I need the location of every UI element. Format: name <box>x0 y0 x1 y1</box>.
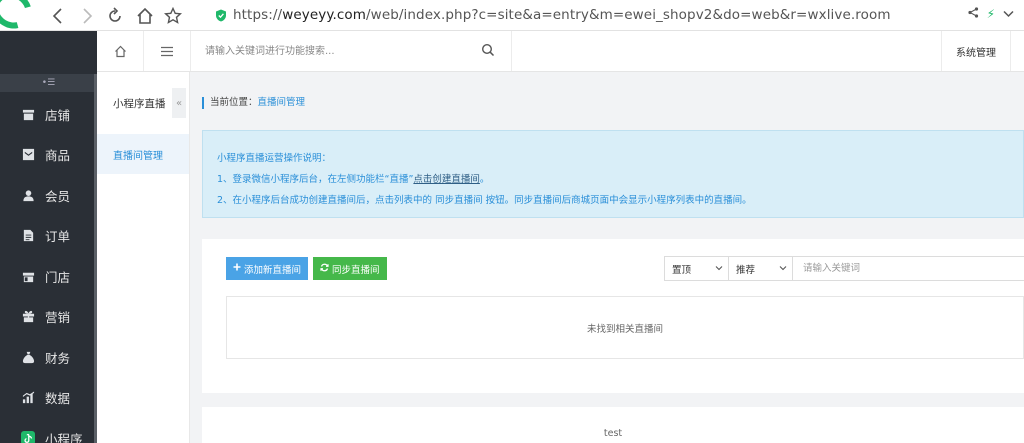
sync-live-room-button[interactable]: 同步直播间 <box>313 257 387 280</box>
page-footer: test <box>202 407 1024 443</box>
sidebar-item-orders[interactable]: 订单 <box>0 216 97 257</box>
recommend-filter-value: 推荐 <box>736 264 756 276</box>
order-icon <box>21 229 35 243</box>
notice-line-1-text: 1、登录微信小程序后台，在左侧功能栏“直播” <box>217 174 414 185</box>
subnav-item-live-room-management[interactable]: 直播间管理 <box>97 134 189 174</box>
chevron-down-icon <box>715 264 723 272</box>
reload-icon[interactable] <box>103 4 127 28</box>
sidebar-item-goods[interactable]: 商品 <box>0 135 97 176</box>
system-management-button[interactable]: 系统管理 <box>941 31 1011 71</box>
home-icon[interactable] <box>133 4 157 28</box>
sidebar-item-shops[interactable]: 门店 <box>0 256 97 297</box>
notice-line-2: 2、在小程序后台成功创建直播间后，点击列表中的 同步直播间 按钮。同步直播间后商… <box>217 195 752 206</box>
menu-button[interactable] <box>144 31 191 71</box>
subnav-fold-toggle[interactable]: « <box>172 88 186 118</box>
live-room-panel: 添加新直播间 同步直播间 置顶 推荐 未找到相关直播间 <box>202 239 1024 393</box>
url-path: /web/index.php?c=site&a=entry&m=ewei_sho… <box>366 7 891 23</box>
breadcrumb-prefix: 当前位置： <box>210 97 258 108</box>
bookmark-star-icon[interactable] <box>161 4 185 28</box>
notice-line-1: 1、登录微信小程序后台，在左侧功能栏“直播”点击创建直播间。 <box>217 169 1023 190</box>
sidebar-item-label: 订单 <box>45 229 71 245</box>
goods-icon <box>21 148 35 162</box>
sidebar-item-label: 店铺 <box>45 107 71 123</box>
sync-live-room-label: 同步直播间 <box>332 264 380 276</box>
notice-title: 小程序直播运营操作说明： <box>217 153 332 164</box>
secure-shield-icon <box>215 9 227 22</box>
create-live-room-link[interactable]: 点击创建直播间 <box>413 174 480 185</box>
lightning-icon[interactable]: ⚡ <box>987 7 995 21</box>
shop-icon <box>21 269 35 283</box>
sidebar-item-label: 小程序 <box>45 431 83 443</box>
browser-logo-icon <box>0 0 40 36</box>
chart-icon <box>21 391 35 405</box>
sidebar-item-data[interactable]: 数据 <box>0 378 97 419</box>
refresh-icon <box>320 263 329 275</box>
sidebar-item-finance[interactable]: 财务 <box>0 337 97 378</box>
main-content: 当前位置：直播间管理 小程序直播运营操作说明： 1、登录微信小程序后台，在左侧功… <box>190 72 1024 443</box>
keyword-search-input[interactable] <box>792 256 1024 281</box>
sidebar-item-members[interactable]: 会员 <box>0 175 97 216</box>
sidebar-item-miniapp[interactable]: 小程序 <box>0 418 97 443</box>
recommend-filter-select[interactable]: 推荐 <box>728 256 793 281</box>
sidebar-item-marketing[interactable]: 营销 <box>0 297 97 338</box>
notice-line-1-suffix: 。 <box>479 174 490 185</box>
hamburger-icon <box>161 46 173 56</box>
sub-navigation: 小程序直播 « 直播间管理 <box>97 72 190 443</box>
empty-list-message: 未找到相关直播间 <box>226 296 1024 359</box>
breadcrumb: 当前位置：直播间管理 <box>202 97 305 109</box>
browser-toolbar: https://weyeyy.com/web/index.php?c=site&… <box>0 0 1024 36</box>
store-icon <box>21 107 35 121</box>
chevron-down-icon <box>779 264 787 272</box>
search-icon[interactable] <box>481 43 497 59</box>
main-sidebar: •☰ 店铺 商品 会员 订单 门店 营销 财务 数据 小程序 <box>0 31 97 443</box>
forward-icon[interactable] <box>75 4 99 28</box>
function-search-input[interactable] <box>191 31 511 71</box>
sidebar-item-label: 营销 <box>45 310 71 326</box>
url-scheme: https:// <box>233 7 283 23</box>
top-header: 系统管理 <box>97 31 1024 72</box>
address-bar[interactable]: https://weyeyy.com/web/index.php?c=site&… <box>233 7 891 23</box>
user-icon <box>21 188 35 202</box>
add-live-room-label: 添加新直播间 <box>244 264 302 276</box>
back-icon[interactable] <box>46 4 70 28</box>
home-button[interactable] <box>97 31 144 71</box>
miniapp-icon <box>21 431 35 443</box>
url-host: weyeyy.com <box>282 7 367 23</box>
breadcrumb-current[interactable]: 直播间管理 <box>258 97 306 108</box>
sidebar-item-label: 门店 <box>45 269 71 285</box>
top-filter-select[interactable]: 置顶 <box>664 256 729 281</box>
browser-right-tools: ⚡ <box>967 7 1014 21</box>
gift-icon <box>21 310 35 324</box>
plus-icon <box>233 263 241 274</box>
sidebar-collapse-toggle[interactable]: •☰ <box>0 74 97 92</box>
sidebar-item-label: 数据 <box>45 391 71 407</box>
sidebar-item-label: 财务 <box>45 350 71 366</box>
sidebar-item-label: 会员 <box>45 188 71 204</box>
add-live-room-button[interactable]: 添加新直播间 <box>226 257 309 280</box>
home-outline-icon <box>114 45 126 57</box>
top-filter-value: 置顶 <box>672 264 692 276</box>
finance-icon <box>21 350 35 364</box>
sidebar-item-store[interactable]: 店铺 <box>0 94 97 135</box>
sidebar-item-label: 商品 <box>45 148 71 164</box>
share-icon[interactable] <box>967 7 979 21</box>
sidebar-top-spacer <box>0 31 97 74</box>
instruction-notice: 小程序直播运营操作说明： 1、登录微信小程序后台，在左侧功能栏“直播”点击创建直… <box>202 130 1024 218</box>
topbar-divider <box>511 31 512 71</box>
chevron-down-icon[interactable] <box>1003 7 1014 21</box>
